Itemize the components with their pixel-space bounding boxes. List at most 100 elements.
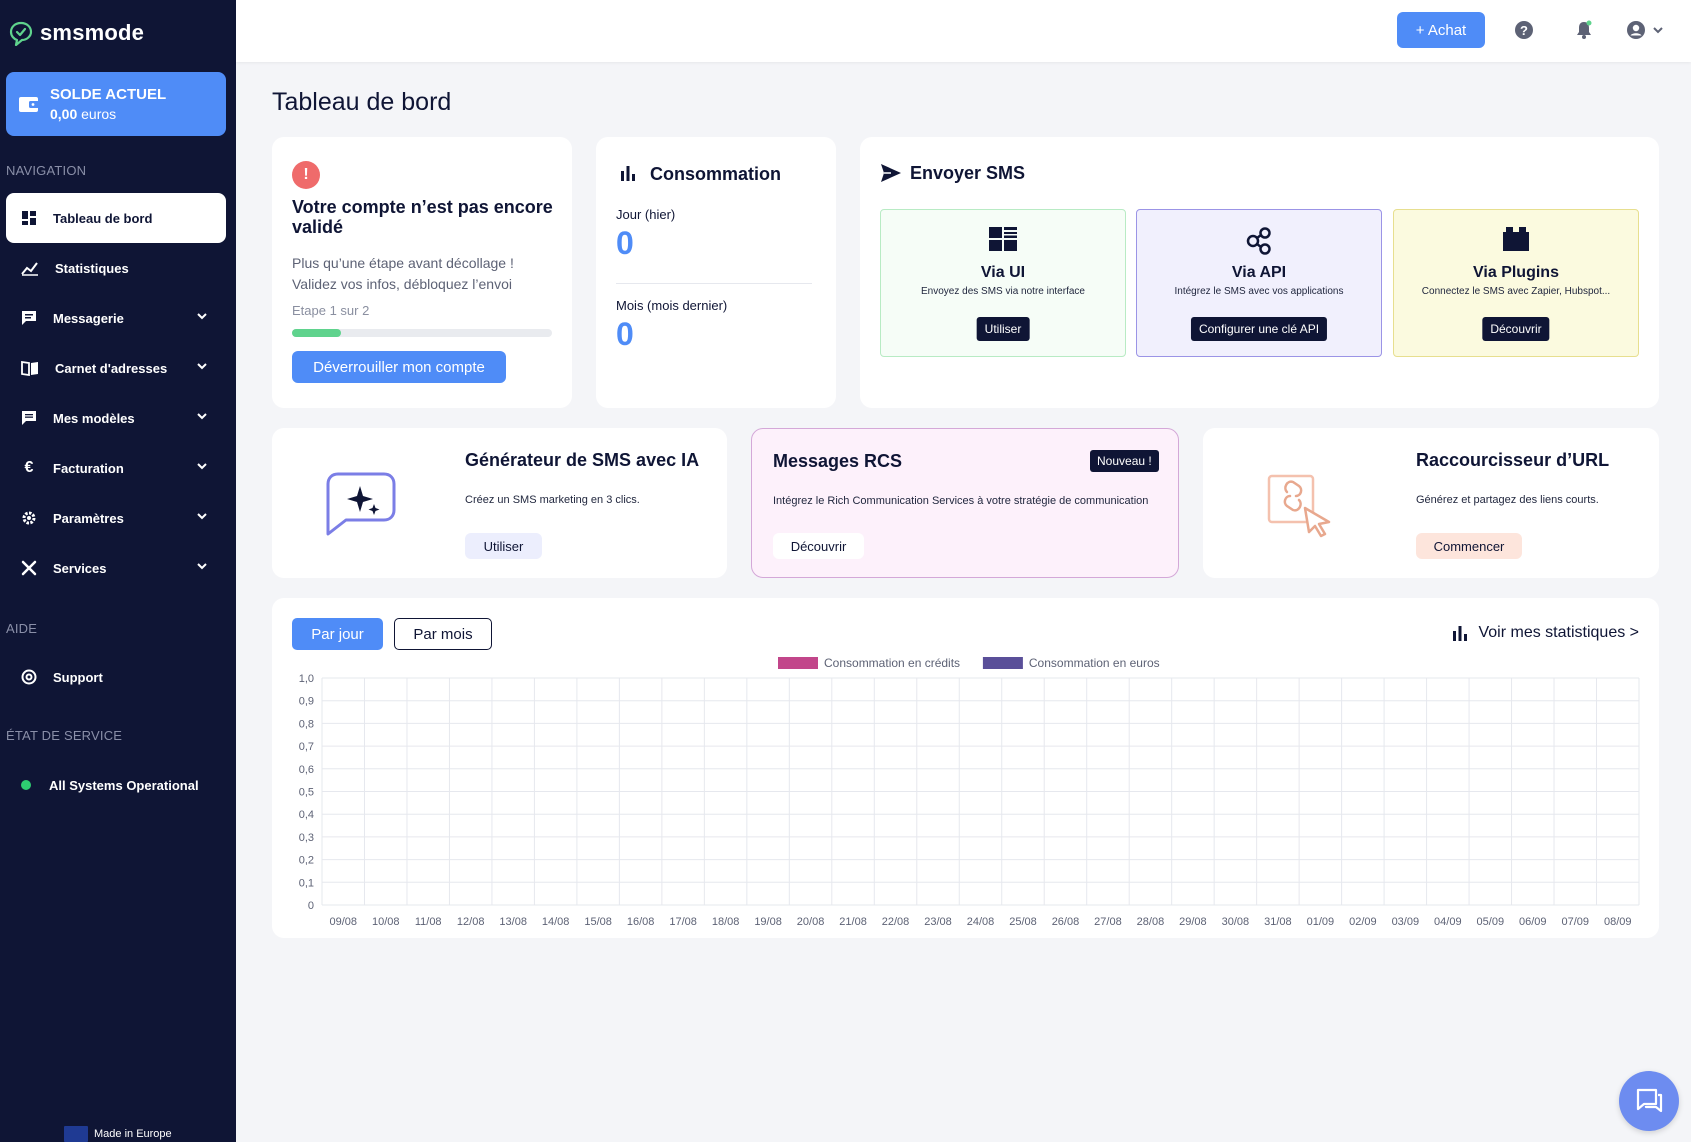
balance-card[interactable]: SOLDE ACTUEL 0,00 euros xyxy=(6,72,226,136)
x-tick-label: 22/08 xyxy=(882,916,910,928)
sidebar-item-label: Carnet d'adresses xyxy=(55,360,168,376)
account-validation-card: ! Votre compte n’est pas encore validé P… xyxy=(272,137,572,408)
x-tick-label: 30/08 xyxy=(1222,916,1250,928)
via-ui-card[interactable]: Via UI Envoyez des SMS via notre interfa… xyxy=(880,209,1126,357)
y-tick-label: 0,8 xyxy=(299,718,314,730)
via-plugins-card[interactable]: Via Plugins Connectez le SMS avec Zapier… xyxy=(1393,209,1639,357)
x-tick-label: 08/09 xyxy=(1604,916,1632,928)
gear-icon xyxy=(22,511,36,525)
x-tick-label: 19/08 xyxy=(754,916,782,928)
x-tick-label: 09/08 xyxy=(329,916,357,928)
tab-per-day[interactable]: Par jour xyxy=(292,618,383,650)
sidebar-item-statistiques[interactable]: Statistiques xyxy=(6,243,226,293)
legend-label: Consommation en euros xyxy=(1029,656,1160,670)
sidebar-item-services[interactable]: Services xyxy=(6,543,226,593)
ai-generator-card: Générateur de SMS avec IA Créez un SMS m… xyxy=(272,428,727,578)
chevron-down-icon xyxy=(197,513,207,520)
x-tick-label: 14/08 xyxy=(542,916,570,928)
sidebar-item-carnet[interactable]: Carnet d'adresses xyxy=(6,343,226,393)
view-stats-link[interactable]: Voir mes statistiques > xyxy=(1452,624,1639,642)
y-tick-label: 0,1 xyxy=(299,877,314,889)
y-tick-label: 0,6 xyxy=(299,764,314,776)
unlock-account-button[interactable]: Déverrouiller mon compte xyxy=(292,351,506,383)
help-icon[interactable]: ? xyxy=(1514,20,1534,40)
x-tick-label: 10/08 xyxy=(372,916,400,928)
y-tick-label: 0,7 xyxy=(299,741,314,753)
chat-launcher-button[interactable] xyxy=(1619,1071,1679,1131)
euro-icon: € xyxy=(24,459,34,476)
x-tick-label: 21/08 xyxy=(839,916,867,928)
made-in-europe: Made in Europe xyxy=(64,1126,172,1142)
stats-icon xyxy=(21,262,38,276)
chat-icon xyxy=(22,311,36,325)
x-tick-label: 16/08 xyxy=(627,916,655,928)
y-tick-label: 0,4 xyxy=(299,809,314,821)
sidebar-item-facturation[interactable]: € Facturation xyxy=(6,443,226,493)
url-title: Raccourcisseur d’URL xyxy=(1416,450,1610,470)
y-tick-label: 1,0 xyxy=(299,673,314,685)
via-api-card[interactable]: Via API Intégrez le SMS avec vos applica… xyxy=(1136,209,1382,357)
lifebuoy-icon xyxy=(21,669,37,685)
y-tick-label: 0 xyxy=(308,900,314,912)
send-icon xyxy=(881,164,901,182)
sidebar-item-label: Paramètres xyxy=(53,510,124,526)
y-tick-label: 0,9 xyxy=(299,696,314,708)
x-tick-label: 18/08 xyxy=(712,916,740,928)
sidebar-item-dashboard[interactable]: Tableau de bord xyxy=(6,193,226,243)
chevron-down-icon xyxy=(197,413,207,420)
x-tick-label: 03/09 xyxy=(1392,916,1420,928)
ai-sparkle-icon xyxy=(326,472,396,536)
book-icon xyxy=(21,360,38,376)
sidebar-item-messagerie[interactable]: Messagerie xyxy=(6,293,226,343)
stats-chart-card: Par jour Par mois Voir mes statistiques … xyxy=(272,598,1659,938)
via-ui-title: Via UI xyxy=(980,264,1026,281)
chevron-down-icon[interactable] xyxy=(1652,24,1664,36)
sidebar-item-label: Facturation xyxy=(53,460,124,476)
account-title: Votre compte n’est pas encore validé xyxy=(292,197,553,237)
x-tick-label: 01/09 xyxy=(1307,916,1335,928)
x-tick-label: 28/08 xyxy=(1137,916,1165,928)
x-tick-label: 20/08 xyxy=(797,916,825,928)
rcs-discover-button[interactable]: Découvrir xyxy=(773,533,864,559)
x-tick-label: 24/08 xyxy=(967,916,995,928)
sidebar-item-label: Messagerie xyxy=(53,310,124,326)
sidebar: smsmode SOLDE ACTUEL 0,00 euros NAVIGATI… xyxy=(0,0,236,1142)
sidebar-item-support[interactable]: Support xyxy=(6,652,226,702)
url-start-button[interactable]: Commencer xyxy=(1416,533,1522,559)
balance-amount: 0,00 euros xyxy=(50,106,117,122)
month-label: Mois (mois dernier) xyxy=(616,298,728,313)
legend-swatch xyxy=(982,657,1023,669)
via-plugins-button[interactable]: Découvrir xyxy=(1482,317,1550,341)
alert-icon: ! xyxy=(292,161,320,189)
x-tick-label: 06/09 xyxy=(1519,916,1547,928)
bell-icon[interactable] xyxy=(1574,20,1594,40)
sidebar-item-parametres[interactable]: Paramètres xyxy=(6,493,226,543)
tools-icon xyxy=(21,560,37,576)
sidebar-item-modeles[interactable]: Mes modèles xyxy=(6,393,226,443)
via-plugins-title: Via Plugins xyxy=(1473,264,1559,281)
view-stats-label: Voir mes statistiques > xyxy=(1478,624,1639,641)
legend-swatch xyxy=(778,657,818,669)
chevron-down-icon xyxy=(197,313,207,320)
top-bar: + Achat ? xyxy=(236,0,1691,62)
chevron-down-icon xyxy=(197,563,207,570)
ai-use-button[interactable]: Utiliser xyxy=(465,533,542,559)
buy-button[interactable]: + Achat xyxy=(1397,12,1485,48)
sidebar-item-label: Support xyxy=(53,669,103,685)
via-plugins-desc: Connectez le SMS avec Zapier, Hubspot... xyxy=(1421,286,1611,297)
y-tick-label: 0,5 xyxy=(299,787,314,799)
tab-per-month[interactable]: Par mois xyxy=(394,618,492,650)
consumption-title: Consommation xyxy=(650,164,782,184)
bar-chart-icon xyxy=(621,166,635,181)
x-tick-label: 23/08 xyxy=(924,916,952,928)
via-api-title: Via API xyxy=(1231,264,1287,281)
layout-icon xyxy=(989,227,1017,251)
via-ui-button[interactable]: Utiliser xyxy=(976,317,1030,341)
ai-title: Générateur de SMS avec IA xyxy=(465,450,700,470)
user-icon[interactable] xyxy=(1626,20,1646,40)
service-status[interactable]: All Systems Operational xyxy=(6,760,226,810)
brand-logo[interactable]: smsmode xyxy=(8,20,144,46)
new-badge: Nouveau ! xyxy=(1090,450,1159,472)
svg-text:?: ? xyxy=(1520,23,1528,38)
via-api-button[interactable]: Configurer une clé API xyxy=(1190,317,1328,341)
